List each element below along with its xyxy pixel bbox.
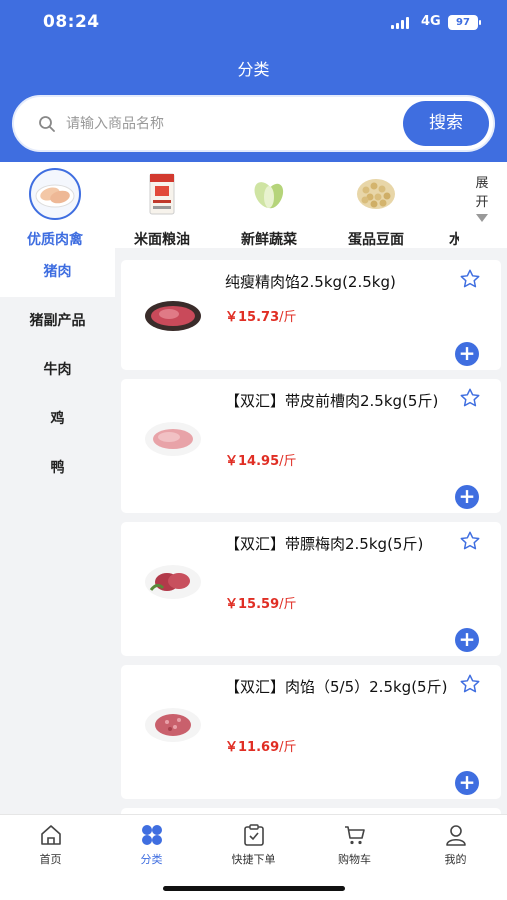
star-icon[interactable] xyxy=(459,673,481,695)
search-input[interactable] xyxy=(66,111,396,137)
category-label: 水 xyxy=(449,232,459,246)
category-item-premium-meat[interactable]: 优质肉禽 xyxy=(5,168,105,248)
subcategory-sidebar: 猪肉 猪副产品 牛肉 鸡 鸭 xyxy=(0,248,115,814)
tab-cart[interactable]: 购物车 xyxy=(304,823,405,867)
product-price: ￥15.73/斤 xyxy=(225,310,297,325)
tab-home[interactable]: 首页 xyxy=(0,823,101,867)
search-icon xyxy=(39,116,55,132)
product-card[interactable]: 【双汇】带皮前槽肉2.5kg(5斤) ￥14.95/斤 + xyxy=(121,379,501,513)
battery-icon: 97 xyxy=(448,15,481,30)
search-button[interactable]: 搜索 xyxy=(403,101,489,146)
tab-label: 我的 xyxy=(444,853,467,866)
home-indicator xyxy=(163,886,345,891)
add-to-cart-button[interactable]: + xyxy=(455,485,479,509)
product-name: 【双汇】肉馅（5/5）2.5kg(5斤) xyxy=(225,678,448,696)
tab-label: 快捷下单 xyxy=(231,853,276,866)
add-to-cart-button[interactable]: + xyxy=(455,771,479,795)
category-label: 蛋品豆面 xyxy=(348,232,404,248)
product-card[interactable]: 纯瘦精肉馅2.5kg(2.5kg) ￥15.73/斤 + xyxy=(121,260,501,370)
product-list[interactable]: 纯瘦精肉馅2.5kg(2.5kg) ￥15.73/斤 + 【双汇】带皮前槽肉2.… xyxy=(115,248,507,814)
category-item-partial[interactable]: 水 xyxy=(433,168,459,246)
product-price: ￥11.69/斤 xyxy=(225,740,297,755)
product-card[interactable]: 【双汇】带膘梅肉2.5kg(5斤) ￥15.59/斤 + xyxy=(121,522,501,656)
expand-label-1: 展 xyxy=(475,176,489,191)
tab-label: 分类 xyxy=(140,853,163,866)
product-name: 【双汇】带皮前槽肉2.5kg(5斤) xyxy=(225,392,439,410)
product-card[interactable]: 【双汇】肉馅（5/5）2.5kg(5斤) ￥11.69/斤 + xyxy=(121,665,501,799)
expand-label-2: 开 xyxy=(475,195,489,210)
expand-categories-button[interactable]: 展 开 xyxy=(470,174,494,222)
tab-quick-order[interactable]: 快捷下单 xyxy=(203,823,304,867)
add-to-cart-button[interactable]: + xyxy=(455,628,479,652)
search-bar: 搜索 xyxy=(12,95,495,152)
header: 08:24 4G 97 分类 搜索 xyxy=(0,0,507,162)
user-icon xyxy=(445,825,466,846)
tab-profile[interactable]: 我的 xyxy=(405,823,506,867)
product-price: ￥15.59/斤 xyxy=(225,597,297,612)
sidebar-item-chicken[interactable]: 鸡 xyxy=(0,395,115,444)
sidebar-item-pork[interactable]: 猪肉 xyxy=(0,248,115,297)
category-strip: 优质肉禽 米面粮油 新鲜蔬菜 蛋品豆面 水 展 开 xyxy=(0,162,507,248)
cart-icon xyxy=(344,826,365,845)
tab-label: 首页 xyxy=(39,853,62,866)
category-item-vegetables[interactable]: 新鲜蔬菜 xyxy=(219,168,319,248)
sidebar-item-beef[interactable]: 牛肉 xyxy=(0,346,115,395)
star-icon[interactable] xyxy=(459,387,481,409)
soybeans-icon xyxy=(350,168,402,220)
status-bar: 08:24 4G 97 xyxy=(0,0,507,44)
add-to-cart-button[interactable]: + xyxy=(455,342,479,366)
category-label: 优质肉禽 xyxy=(27,232,83,248)
chicken-meat-icon xyxy=(29,168,81,220)
pork-shoulder-icon xyxy=(143,417,203,461)
category-label: 米面粮油 xyxy=(134,232,190,248)
tab-label: 购物车 xyxy=(338,853,371,866)
category-label: 新鲜蔬菜 xyxy=(241,232,297,248)
star-icon[interactable] xyxy=(459,530,481,552)
ground-pork-icon xyxy=(143,703,203,747)
product-name: 纯瘦精肉馅2.5kg(2.5kg) xyxy=(225,273,396,291)
rice-bag-icon xyxy=(136,168,188,220)
home-icon xyxy=(40,825,61,845)
signal-icon xyxy=(391,17,413,29)
cabbage-icon xyxy=(243,168,295,220)
product-name: 【双汇】带膘梅肉2.5kg(5斤) xyxy=(225,535,424,553)
network-type: 4G xyxy=(421,14,441,29)
sidebar-item-pork-byproducts[interactable]: 猪副产品 xyxy=(0,297,115,346)
page-title: 分类 xyxy=(237,60,270,79)
product-price: ￥14.95/斤 xyxy=(225,454,297,469)
triangle-down-icon xyxy=(476,214,488,222)
pork-collar-icon xyxy=(143,560,203,604)
tab-category[interactable]: 分类 xyxy=(101,823,202,867)
category-item-eggs-tofu[interactable]: 蛋品豆面 xyxy=(326,168,426,248)
status-time: 08:24 xyxy=(43,12,100,32)
star-icon[interactable] xyxy=(459,268,481,290)
clipboard-check-icon xyxy=(243,824,264,846)
category-item-grain-oil[interactable]: 米面粮油 xyxy=(112,168,212,248)
category-grid-icon xyxy=(141,825,162,845)
sidebar-item-duck[interactable]: 鸭 xyxy=(0,444,115,493)
minced-pork-icon xyxy=(143,294,203,338)
